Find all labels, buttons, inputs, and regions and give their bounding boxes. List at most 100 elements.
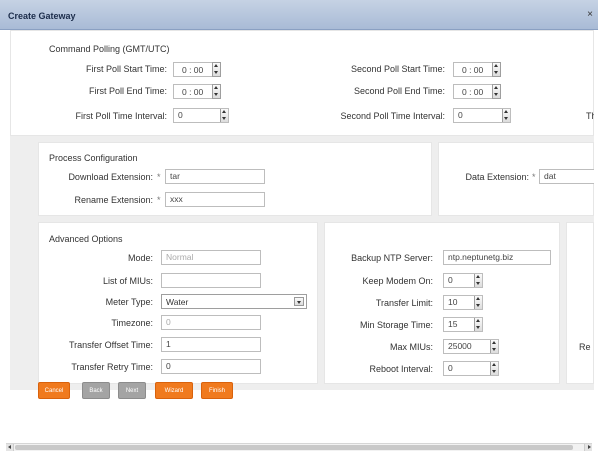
spin-up-icon[interactable] bbox=[491, 362, 498, 368]
second-poll-start-spinner[interactable] bbox=[492, 62, 501, 77]
reboot-interval-field[interactable]: 0 bbox=[443, 361, 499, 376]
next-button[interactable]: Next bbox=[118, 382, 146, 399]
min-storage-spinner[interactable] bbox=[474, 318, 482, 331]
first-poll-interval-spinner[interactable] bbox=[220, 109, 228, 122]
max-mius-field[interactable]: 25000 bbox=[443, 339, 499, 354]
spin-up-icon[interactable] bbox=[503, 109, 510, 115]
first-poll-start-spinner[interactable] bbox=[212, 62, 221, 77]
spin-down-icon[interactable] bbox=[493, 92, 500, 98]
mode-field: Normal bbox=[161, 250, 261, 265]
keep-modem-on-label: Keep Modem On: bbox=[362, 276, 433, 286]
command-polling-title: Command Polling (GMT/UTC) bbox=[49, 44, 170, 54]
transfer-limit-field[interactable]: 10 bbox=[443, 295, 483, 310]
advanced-options-panel: Advanced Options Mode: Normal List of MI… bbox=[38, 222, 318, 384]
spin-up-icon[interactable] bbox=[491, 340, 498, 346]
process-config-title: Process Configuration bbox=[49, 153, 138, 163]
third-poll-interval-label-partial: Th bbox=[586, 111, 594, 121]
second-poll-start-field[interactable]: 0 : 00 bbox=[453, 62, 501, 77]
data-extension-input[interactable]: dat bbox=[539, 169, 594, 184]
transfer-offset-input[interactable]: 1 bbox=[161, 337, 261, 352]
second-poll-end-field[interactable]: 0 : 00 bbox=[453, 84, 501, 99]
spin-down-icon[interactable] bbox=[221, 116, 228, 122]
spin-up-icon[interactable] bbox=[213, 85, 220, 91]
scroll-right-icon[interactable] bbox=[584, 444, 592, 451]
transfer-retry-label: Transfer Retry Time: bbox=[71, 362, 153, 372]
max-mius-label: Max MIUs: bbox=[389, 342, 433, 352]
window-title: Create Gateway bbox=[8, 11, 76, 21]
rename-extension-label: Rename Extension: bbox=[74, 195, 153, 205]
spin-down-icon[interactable] bbox=[475, 303, 482, 309]
second-poll-interval-label: Second Poll Time Interval: bbox=[340, 111, 445, 121]
advanced-options-title: Advanced Options bbox=[49, 234, 123, 244]
transfer-offset-label: Transfer Offset Time: bbox=[68, 340, 153, 350]
spin-down-icon[interactable] bbox=[503, 116, 510, 122]
cancel-button[interactable]: Cancel bbox=[38, 382, 70, 399]
first-poll-end-spinner[interactable] bbox=[212, 84, 221, 99]
second-poll-interval-spinner[interactable] bbox=[502, 109, 510, 122]
keep-modem-on-field[interactable]: 0 bbox=[443, 273, 483, 288]
scrollbar-thumb[interactable] bbox=[15, 445, 573, 450]
max-mius-spinner[interactable] bbox=[490, 340, 498, 353]
process-config-right-panel: Data Extension: * dat bbox=[438, 142, 594, 216]
backup-ntp-input[interactable]: ntp.neptunetg.biz bbox=[443, 250, 551, 265]
horizontal-scrollbar[interactable] bbox=[6, 443, 592, 451]
required-mark: * bbox=[532, 172, 536, 182]
finish-button[interactable]: Finish bbox=[201, 382, 233, 399]
spin-down-icon[interactable] bbox=[491, 369, 498, 375]
spin-down-icon[interactable] bbox=[475, 325, 482, 331]
spin-down-icon[interactable] bbox=[475, 281, 482, 287]
reboot-interval-spinner[interactable] bbox=[490, 362, 498, 375]
first-poll-interval-field[interactable]: 0 bbox=[173, 108, 229, 123]
spin-up-icon[interactable] bbox=[213, 63, 220, 69]
spin-up-icon[interactable] bbox=[221, 109, 228, 115]
required-mark: * bbox=[157, 195, 161, 205]
first-poll-end-field[interactable]: 0 : 00 bbox=[173, 84, 221, 99]
meter-type-label: Meter Type: bbox=[105, 297, 153, 307]
spin-up-icon[interactable] bbox=[475, 274, 482, 280]
spin-down-icon[interactable] bbox=[213, 92, 220, 98]
reboot-interval-label: Reboot Interval: bbox=[369, 364, 433, 374]
mode-label: Mode: bbox=[127, 253, 153, 263]
required-mark: * bbox=[157, 172, 161, 182]
scroll-left-icon[interactable] bbox=[6, 444, 14, 451]
spin-up-icon[interactable] bbox=[493, 63, 500, 69]
spin-up-icon[interactable] bbox=[475, 318, 482, 324]
wizard-button[interactable]: Wizard bbox=[155, 382, 193, 399]
list-of-mius-label: List of MIUs: bbox=[102, 276, 153, 286]
transfer-retry-input[interactable]: 0 bbox=[161, 359, 261, 374]
second-poll-end-label: Second Poll End Time: bbox=[353, 86, 445, 96]
spin-up-icon[interactable] bbox=[493, 85, 500, 91]
spin-down-icon[interactable] bbox=[491, 347, 498, 353]
data-extension-label: Data Extension: bbox=[465, 172, 529, 182]
chevron-down-icon[interactable] bbox=[294, 297, 304, 306]
process-config-panel: Process Configuration Download Extension… bbox=[38, 142, 432, 216]
download-extension-input[interactable]: tar bbox=[165, 169, 265, 184]
first-poll-start-field[interactable]: 0 : 00 bbox=[173, 62, 221, 77]
spin-down-icon[interactable] bbox=[213, 70, 220, 76]
backup-ntp-label: Backup NTP Server: bbox=[351, 253, 433, 263]
partial-label: Re bbox=[579, 342, 591, 352]
keep-modem-on-spinner[interactable] bbox=[474, 274, 482, 287]
second-poll-end-spinner[interactable] bbox=[492, 84, 501, 99]
spin-down-icon[interactable] bbox=[493, 70, 500, 76]
advanced-options-middle-panel: Backup NTP Server: ntp.neptunetg.biz Kee… bbox=[324, 222, 560, 384]
min-storage-label: Min Storage Time: bbox=[359, 320, 433, 330]
timezone-field: 0 bbox=[161, 315, 261, 330]
meter-type-select[interactable]: Water bbox=[161, 294, 307, 309]
min-storage-field[interactable]: 15 bbox=[443, 317, 483, 332]
first-poll-end-label: First Poll End Time: bbox=[88, 86, 167, 96]
second-poll-start-label: Second Poll Start Time: bbox=[350, 64, 445, 74]
command-polling-panel: Command Polling (GMT/UTC) First Poll Sta… bbox=[10, 30, 594, 136]
transfer-limit-spinner[interactable] bbox=[474, 296, 482, 309]
spin-up-icon[interactable] bbox=[475, 296, 482, 302]
second-poll-interval-field[interactable]: 0 bbox=[453, 108, 511, 123]
list-of-mius-input[interactable] bbox=[161, 273, 261, 288]
close-icon[interactable]: × bbox=[587, 9, 593, 20]
advanced-options-right-panel: Re bbox=[566, 222, 594, 384]
dialog-content: Command Polling (GMT/UTC) First Poll Sta… bbox=[10, 30, 594, 390]
back-button[interactable]: Back bbox=[82, 382, 110, 399]
download-extension-label: Download Extension: bbox=[68, 172, 153, 182]
first-poll-interval-label: First Poll Time Interval: bbox=[75, 111, 167, 121]
first-poll-start-label: First Poll Start Time: bbox=[85, 64, 167, 74]
rename-extension-input[interactable]: xxx bbox=[165, 192, 265, 207]
